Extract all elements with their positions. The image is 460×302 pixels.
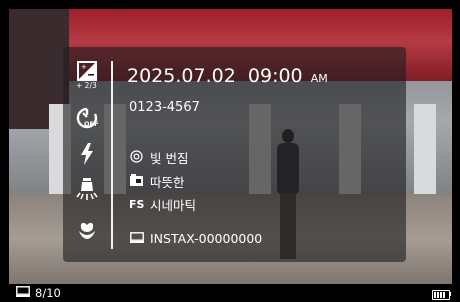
light-bleed-icon	[129, 149, 144, 166]
setting-row-print: INSTAX-00000000	[129, 231, 262, 246]
exposure-value: + 2/3	[76, 81, 97, 90]
battery-icon	[432, 290, 450, 300]
exposure-compensation-icon[interactable]: +	[77, 61, 97, 81]
status-bar: 8/10	[0, 284, 460, 302]
frame-counter: 8/10	[16, 286, 61, 300]
setting-row-film-simulation: FS 시네마틱	[129, 195, 196, 214]
film-simulation-icon: FS	[129, 198, 145, 211]
setting-label: 빛 번짐	[150, 151, 189, 166]
frame-counter-value: 8/10	[35, 286, 61, 300]
self-timer-label: OFF	[84, 120, 99, 128]
setting-label: 따뜻한	[150, 175, 185, 190]
info-overlay: + + 2/3 OFF 2025.07.02 09:00 AM 0123-456…	[63, 47, 406, 262]
serial-number: 0123-4567	[129, 100, 200, 115]
setting-row-warm: 따뜻한	[129, 172, 185, 191]
setting-label: INSTAX-00000000	[150, 231, 263, 246]
setting-label: 시네마틱	[150, 198, 197, 213]
flash-icon[interactable]	[79, 143, 95, 165]
battery-tip	[449, 292, 451, 296]
date-value: 2025.07.02	[127, 65, 236, 87]
time-value: 09:00	[247, 65, 303, 87]
setting-row-light-bleed: 빛 번짐	[129, 148, 188, 167]
svg-text:+: +	[81, 63, 87, 71]
warm-filter-icon	[129, 174, 144, 189]
date-time: 2025.07.02 09:00 AM	[127, 65, 328, 87]
macro-icon[interactable]	[77, 221, 97, 241]
ampm-value: AM	[310, 72, 328, 85]
overlay-divider	[111, 61, 113, 249]
camera-screen: + + 2/3 OFF 2025.07.02 09:00 AM 0123-456…	[0, 0, 460, 302]
film-frame-icon	[16, 286, 30, 300]
brightness-icon[interactable]	[76, 178, 98, 202]
print-icon	[129, 231, 144, 246]
